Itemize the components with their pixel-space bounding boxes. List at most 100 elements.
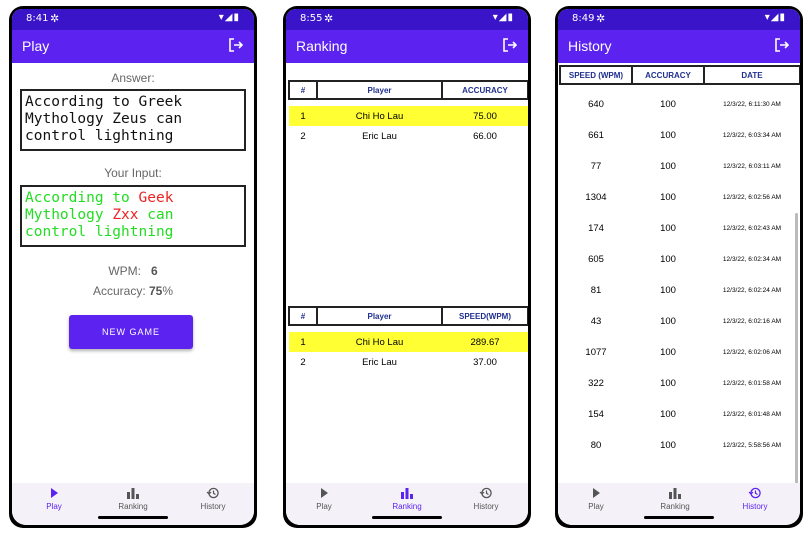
bar-chart-icon <box>127 488 139 499</box>
table-row: 1 Chi Ho Lau 75.00 <box>289 106 528 126</box>
bar-chart-icon <box>401 488 413 499</box>
exit-icon[interactable] <box>228 37 244 53</box>
speed-cell: 43 <box>590 316 602 327</box>
accuracy-cell: 100 <box>660 223 676 234</box>
table-row: 2 Eric Lau 66.00 <box>289 126 528 146</box>
input-label: Your Input: <box>104 166 162 180</box>
accuracy-cell: 100 <box>660 99 676 110</box>
gesture-handle <box>372 516 442 519</box>
nav-ranking[interactable]: Ranking <box>372 487 442 511</box>
table-row: 77 100 12/3/22, 6:03:11 AM <box>560 151 800 182</box>
date-cell: 12/3/22, 6:02:56 AM <box>722 194 782 201</box>
accuracy-row: Accuracy: 75% <box>12 284 254 298</box>
play-arrow-icon <box>321 488 328 498</box>
date-cell: 12/3/22, 6:02:24 AM <box>722 287 782 294</box>
incorrect-text-segment: Zxx <box>112 207 139 223</box>
col-header-rank: # <box>288 80 318 100</box>
rank-cell: 1 <box>289 332 317 352</box>
speed-ranking-table: # Player SPEED(WPM) 1 Chi Ho Lau 289.67 2 Er… <box>288 306 528 372</box>
accuracy-label: Accuracy: <box>92 284 146 298</box>
new-game-button[interactable]: NEW GAME <box>69 315 193 349</box>
nav-history[interactable]: History <box>451 487 521 511</box>
nav-ranking-label: Ranking <box>118 502 148 511</box>
history-content: SPEED (WPM) ACCURACY DATE 640 100 12/3/22,… <box>558 63 800 483</box>
accuracy-cell: 100 <box>660 316 676 327</box>
exit-icon[interactable] <box>502 37 518 53</box>
accuracy-cell: 100 <box>660 285 676 296</box>
speed-cell: 661 <box>588 130 604 141</box>
nav-ranking-label: Ranking <box>660 502 690 511</box>
page-title: History <box>568 38 612 54</box>
table-row: 661 100 12/3/22, 6:03:34 AM <box>560 120 800 151</box>
player-cell: Chi Ho Lau <box>317 332 442 352</box>
bar-chart-icon <box>669 488 681 499</box>
speed-cell: 81 <box>590 285 602 296</box>
ranking-content: # Player ACCURACY 1 Chi Ho Lau 75.00 2 Eric … <box>286 63 528 483</box>
player-cell: Eric Lau <box>362 356 397 368</box>
history-phone: 8:49 ✲ ▾◢▮ History SPEED (WPM) ACCURACY … <box>555 6 803 528</box>
accuracy-cell: 100 <box>660 254 676 265</box>
nav-ranking[interactable]: Ranking <box>98 487 168 511</box>
rank-cell: 1 <box>289 106 317 126</box>
nav-history-label: History <box>473 502 499 511</box>
accuracy-cell: 100 <box>660 409 676 420</box>
nav-history[interactable]: History <box>720 487 790 511</box>
table-row: 1 Chi Ho Lau 289.67 <box>289 332 528 352</box>
ranking-phone: 8:55 ✲ ▾◢▮ Ranking # Player ACCURACY 1 Ch… <box>283 6 531 528</box>
history-screen: 8:49 ✲ ▾◢▮ History SPEED (WPM) ACCURACY … <box>558 9 800 525</box>
player-cell: Chi Ho Lau <box>317 106 442 126</box>
status-time: 8:55 <box>300 13 323 24</box>
table-row: 2 Eric Lau 37.00 <box>289 352 528 372</box>
accuracy-cell: 100 <box>660 130 676 141</box>
speed-cell: 1077 <box>585 347 607 358</box>
play-screen: 8:41 ✲ ▾◢▮ Play Answer: According to Gre… <box>12 9 254 525</box>
spacer-row <box>289 325 528 332</box>
table-row: 322 100 12/3/22, 6:01:58 AM <box>560 368 800 399</box>
date-cell: 12/3/22, 6:02:06 AM <box>722 349 782 356</box>
play-arrow-icon <box>593 488 600 498</box>
accuracy-cell: 100 <box>660 161 676 172</box>
nav-play[interactable]: Play <box>561 487 631 511</box>
nav-play[interactable]: Play <box>289 487 359 511</box>
table-row: 1077 100 12/3/22, 6:02:06 AM <box>560 337 800 368</box>
status-bar: 8:55 ✲ ▾◢▮ <box>286 9 528 30</box>
speed-cell: 154 <box>588 409 604 420</box>
exit-icon[interactable] <box>774 37 790 53</box>
gesture-handle <box>98 516 168 519</box>
gear-icon: ✲ <box>50 12 60 25</box>
nav-history-label: History <box>200 502 226 511</box>
date-cell: 12/3/22, 6:01:48 AM <box>722 411 782 418</box>
speed-cell: 80 <box>590 440 602 451</box>
app-bar: History <box>558 30 800 63</box>
nav-play[interactable]: Play <box>19 487 89 511</box>
play-arrow-icon <box>51 488 58 498</box>
status-time: 8:49 <box>572 13 595 24</box>
nav-ranking[interactable]: Ranking <box>640 487 710 511</box>
accuracy-cell: 100 <box>660 192 676 203</box>
nav-ranking-label: Ranking <box>392 502 422 511</box>
status-time: 8:41 <box>26 13 49 24</box>
table-row: 80 100 12/3/22, 5:58:56 AM <box>560 430 800 461</box>
date-cell: 12/3/22, 6:11:30 AM <box>723 101 781 108</box>
rank-cell: 2 <box>300 356 306 368</box>
table-row: 154 100 12/3/22, 6:01:48 AM <box>560 399 800 430</box>
col-header-accuracy: ACCURACY <box>441 80 528 100</box>
scrollbar[interactable] <box>795 213 798 483</box>
date-cell: 12/3/22, 6:03:11 AM <box>723 163 781 170</box>
user-input-text: According to Geek Mythology Zxx can cont… <box>20 185 246 247</box>
value-cell: 75.00 <box>442 106 528 126</box>
nav-history[interactable]: History <box>178 487 248 511</box>
date-cell: 12/3/22, 6:02:34 AM <box>722 256 782 263</box>
col-header-player: Player <box>316 306 443 326</box>
history-icon <box>479 487 492 499</box>
col-header-speed: SPEED(WPM) <box>441 306 528 326</box>
signal-battery-icon: ▾◢▮ <box>492 12 514 23</box>
play-content: Answer: According to Greek Mythology Zeu… <box>12 63 254 483</box>
accuracy-value: 75 <box>149 284 163 298</box>
signal-battery-icon: ▾◢▮ <box>218 12 240 23</box>
accuracy-ranking-table: # Player ACCURACY 1 Chi Ho Lau 75.00 2 Eric … <box>288 80 528 146</box>
accuracy-cell: 100 <box>660 347 676 358</box>
rank-cell: 2 <box>300 130 306 142</box>
col-header-accuracy: ACCURACY <box>631 65 705 85</box>
correct-text-segment: According to <box>25 190 139 206</box>
